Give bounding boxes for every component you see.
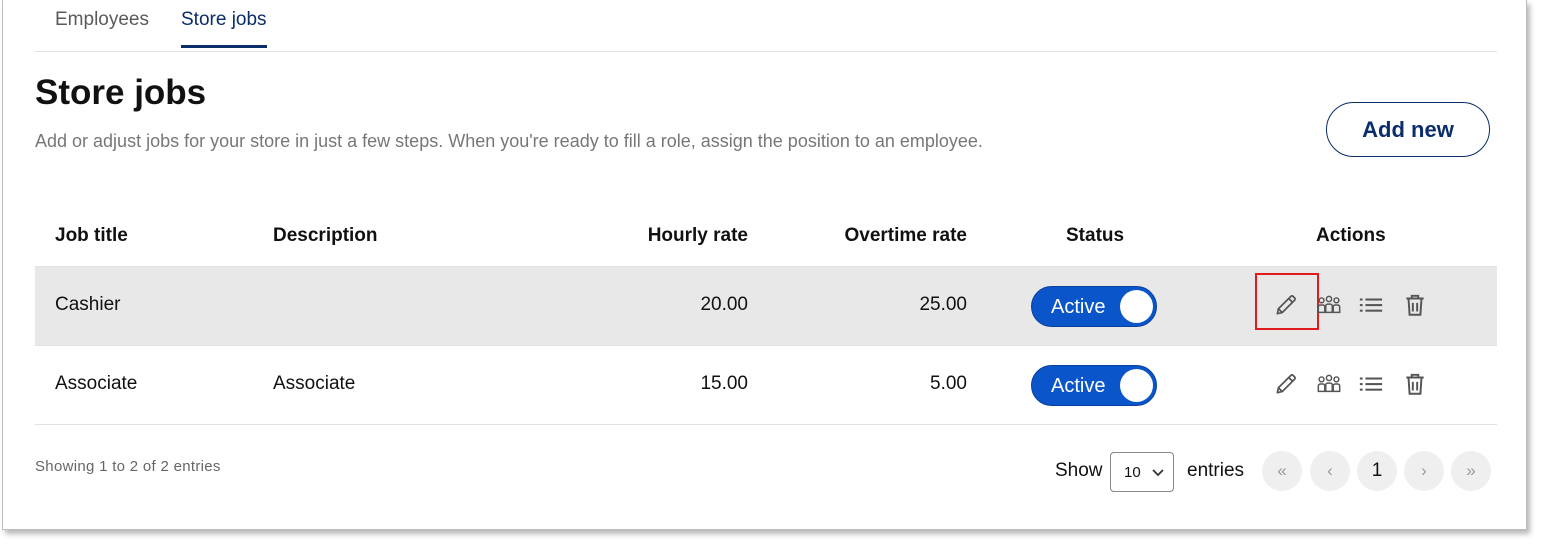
- toggle-knob: [1120, 290, 1153, 323]
- tab-employees[interactable]: Employees: [55, 9, 149, 48]
- cell-description: Associate: [273, 373, 356, 394]
- status-label: Active: [1051, 375, 1106, 397]
- header-job-title: Job title: [55, 225, 128, 246]
- list-icon[interactable]: [1353, 366, 1389, 402]
- cell-job-title: Associate: [55, 373, 138, 394]
- cell-job-title: Cashier: [55, 294, 121, 315]
- status-toggle[interactable]: Active: [1031, 286, 1157, 327]
- trash-icon[interactable]: [1397, 366, 1433, 402]
- team-icon[interactable]: [1311, 287, 1347, 323]
- cell-overtime-rate: 5.00: [930, 373, 967, 394]
- add-new-button[interactable]: Add new: [1326, 102, 1490, 157]
- entries-info: Showing 1 to 2 of 2 entries: [35, 458, 221, 475]
- header-actions: Actions: [1316, 225, 1386, 246]
- last-page-button[interactable]: »: [1451, 451, 1491, 491]
- status-toggle[interactable]: Active: [1031, 365, 1157, 406]
- cell-overtime-rate: 25.00: [919, 294, 967, 315]
- team-icon[interactable]: [1311, 366, 1347, 402]
- page-size-select[interactable]: 10: [1110, 452, 1174, 492]
- row-actions: [1265, 366, 1445, 406]
- first-page-button[interactable]: «: [1262, 451, 1302, 491]
- table-header: Job title Description Hourly rate Overti…: [35, 204, 1497, 267]
- store-jobs-panel: Employees Store jobs Store jobs Add or a…: [2, 0, 1527, 530]
- page-subtitle: Add or adjust jobs for your store in jus…: [35, 131, 983, 151]
- prev-page-button[interactable]: ‹: [1310, 451, 1350, 491]
- header-overtime-rate: Overtime rate: [844, 225, 967, 246]
- header-description: Description: [273, 225, 378, 246]
- pencil-icon[interactable]: [1268, 366, 1304, 402]
- page-1-button[interactable]: 1: [1357, 451, 1397, 491]
- chevron-down-icon: [1151, 463, 1165, 486]
- jobs-table: Job title Description Hourly rate Overti…: [35, 204, 1497, 425]
- cell-hourly-rate: 20.00: [700, 294, 748, 315]
- tab-store-jobs[interactable]: Store jobs: [181, 9, 267, 48]
- toggle-knob: [1120, 369, 1153, 402]
- entries-label: entries: [1187, 460, 1245, 481]
- next-page-button[interactable]: ›: [1404, 451, 1444, 491]
- page-size-value: 10: [1124, 464, 1141, 481]
- header-hourly-rate: Hourly rate: [647, 225, 748, 246]
- tab-bar: Employees Store jobs: [35, 0, 1497, 52]
- show-label: Show: [1055, 460, 1103, 481]
- trash-icon[interactable]: [1397, 287, 1433, 323]
- pencil-icon[interactable]: [1268, 287, 1304, 323]
- row-actions: [1255, 273, 1445, 330]
- list-icon[interactable]: [1353, 287, 1389, 323]
- header-status: Status: [1066, 225, 1125, 246]
- page-title: Store jobs: [35, 73, 207, 112]
- table-row: Associate Associate 15.00 5.00 Active: [35, 346, 1497, 425]
- status-label: Active: [1051, 296, 1106, 318]
- cell-hourly-rate: 15.00: [700, 373, 748, 394]
- table-row: Cashier 20.00 25.00 Active: [35, 267, 1497, 346]
